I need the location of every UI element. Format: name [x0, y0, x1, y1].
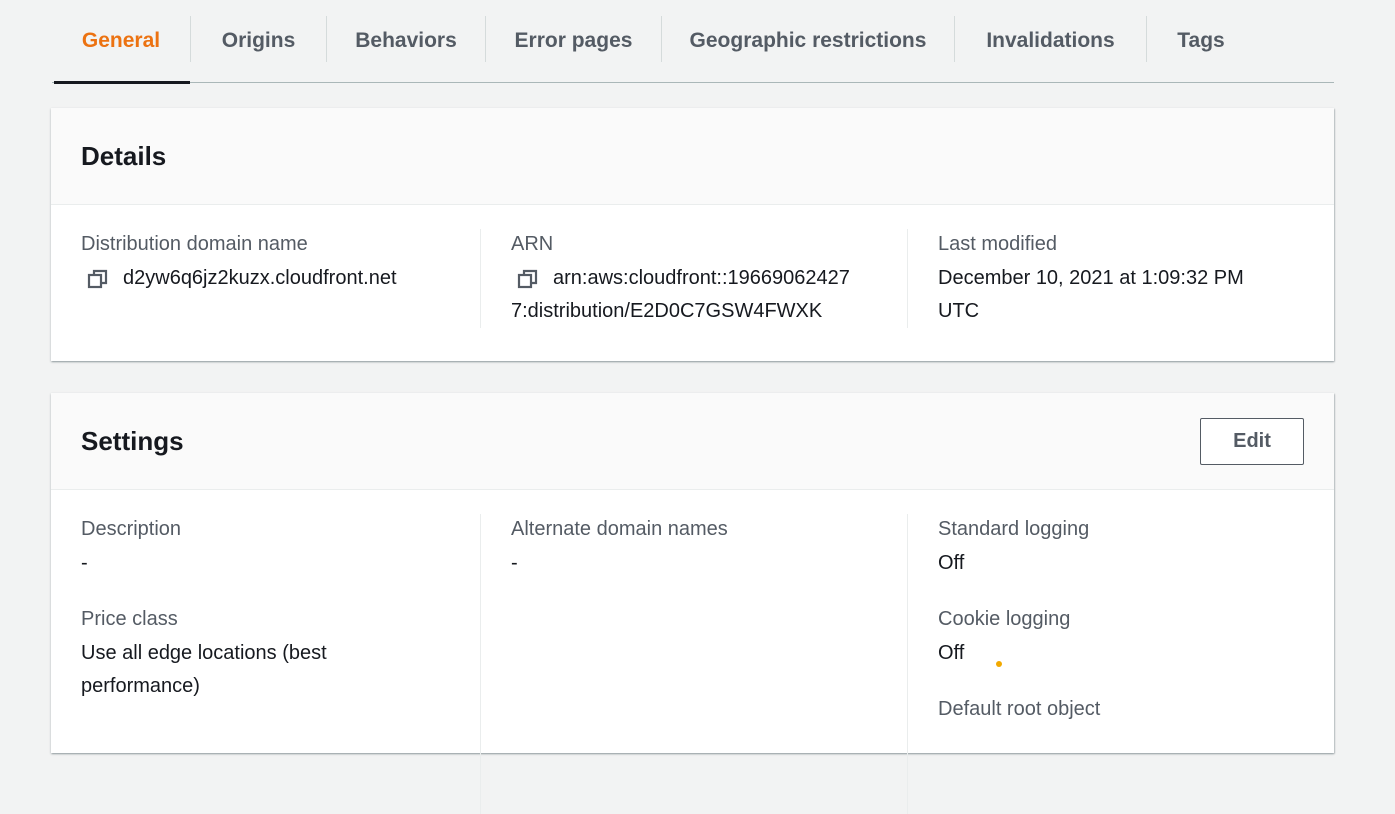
alternate-domains-value: -: [511, 552, 518, 574]
arn-label: ARN: [511, 233, 554, 255]
tab-error-pages[interactable]: Error pages: [486, 0, 661, 82]
tab-bar: General Origins Behaviors Error pages Ge…: [52, 0, 1334, 84]
settings-column-3: Standard logging Off Cookie logging Off …: [907, 514, 1334, 814]
domain-column: Distribution domain name d2yw6q6jz2kuzx.…: [51, 229, 480, 328]
tab-origins[interactable]: Origins: [191, 0, 326, 82]
settings-column-2: Alternate domain names -: [480, 514, 907, 814]
edit-button[interactable]: Edit: [1200, 417, 1304, 465]
modified-label: Last modified: [938, 233, 1057, 255]
arn-line-1: arn:aws:cloudfront::19669062427: [553, 267, 850, 289]
details-header: Details: [51, 108, 1334, 205]
details-title: Details: [81, 140, 167, 171]
tab-tags[interactable]: Tags: [1147, 0, 1255, 82]
standard-logging-field: Standard logging Off: [938, 514, 1304, 580]
standard-logging-label: Standard logging: [938, 518, 1090, 540]
price-class-line-2: performance): [81, 675, 200, 697]
details-card: Details Distribution domain name d2yw6q6…: [51, 108, 1334, 361]
domain-value: d2yw6q6jz2kuzx.cloudfront.net: [123, 267, 397, 289]
price-class-line-1: Use all edge locations (best: [81, 642, 327, 664]
settings-title: Settings: [81, 425, 184, 456]
alternate-domains-field: Alternate domain names -: [511, 514, 877, 580]
modified-column: Last modified December 10, 2021 at 1:09:…: [907, 229, 1334, 328]
cookie-logging-value: Off: [938, 642, 965, 664]
arn-line-2: 7:distribution/E2D0C7GSW4FWXK: [511, 300, 823, 322]
description-value: -: [81, 552, 88, 574]
domain-row: d2yw6q6jz2kuzx.cloudfront.net: [81, 262, 450, 295]
default-root-object-field: Default root object: [938, 694, 1304, 724]
domain-label: Distribution domain name: [81, 233, 308, 255]
tab-behaviors[interactable]: Behaviors: [327, 0, 485, 82]
settings-column-1: Description - Price class Use all edge l…: [51, 514, 480, 814]
arn-column: ARN arn:aws:cloudfront::19669062427 7:di…: [480, 229, 907, 328]
tab-general[interactable]: General: [52, 0, 190, 84]
standard-logging-value: Off: [938, 552, 965, 574]
settings-header: Settings Edit: [51, 393, 1334, 490]
description-field: Description -: [81, 514, 450, 580]
copy-icon[interactable]: [517, 268, 539, 290]
tab-geographic-restrictions[interactable]: Geographic restrictions: [662, 0, 954, 82]
cookie-logging-field: Cookie logging Off: [938, 604, 1304, 670]
price-class-label: Price class: [81, 608, 178, 630]
price-class-field: Price class Use all edge locations (best…: [81, 604, 450, 703]
modified-line-2: UTC: [938, 300, 980, 322]
cookie-logging-label: Cookie logging: [938, 608, 1071, 630]
details-columns: Distribution domain name d2yw6q6jz2kuzx.…: [51, 205, 1334, 328]
alternate-domains-label: Alternate domain names: [511, 518, 728, 540]
tab-invalidations[interactable]: Invalidations: [955, 0, 1146, 82]
copy-icon[interactable]: [87, 268, 109, 290]
settings-columns: Description - Price class Use all edge l…: [51, 490, 1334, 814]
modified-line-1: December 10, 2021 at 1:09:32 PM: [938, 267, 1244, 289]
settings-card: Settings Edit Description - Price class …: [51, 393, 1334, 814]
default-root-object-label: Default root object: [938, 698, 1101, 720]
arn-row: arn:aws:cloudfront::19669062427: [511, 262, 877, 295]
cursor-dot: [996, 661, 1002, 667]
description-label: Description: [81, 518, 182, 540]
